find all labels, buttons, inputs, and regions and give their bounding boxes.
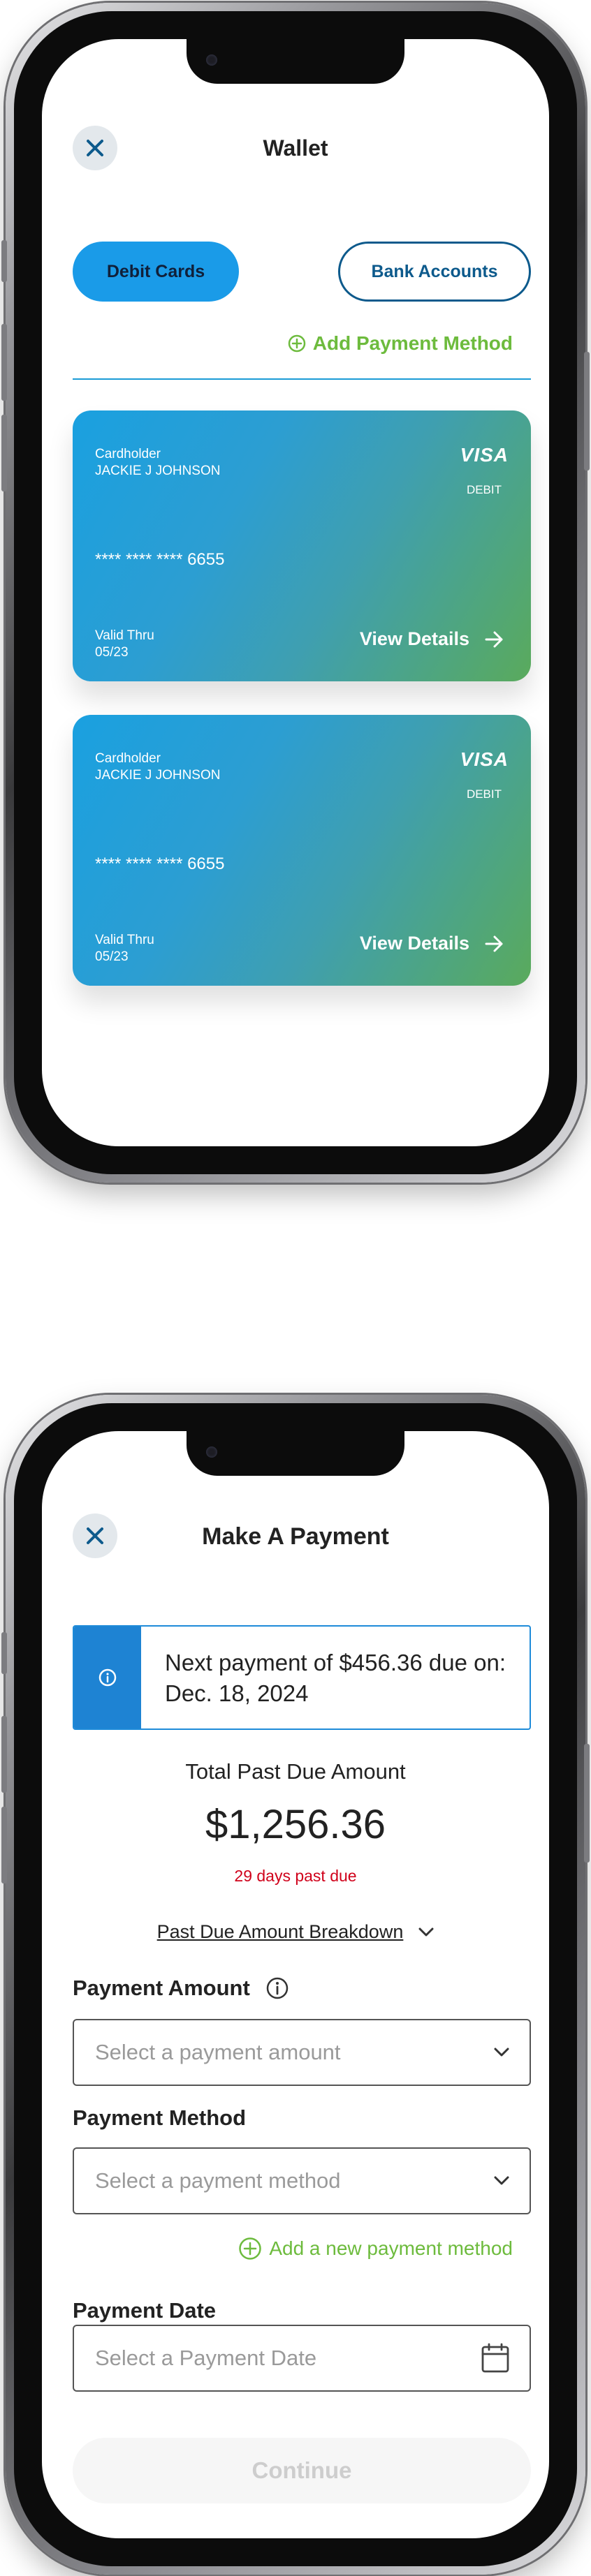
payment-date-label: Payment Date (73, 2298, 217, 2323)
payment-amount-placeholder: Select a payment amount (95, 2040, 341, 2064)
view-details-label: View Details (359, 933, 469, 954)
add-payment-method-label: Add Payment Method (312, 332, 513, 354)
phone-bezel: Make A Payment Next payment of $456.36 d… (14, 1403, 577, 2566)
cardholder-label: Cardholder (95, 751, 161, 766)
cardholder-name: JACKIE J JOHNSON (95, 768, 221, 783)
cardholder-label: Cardholder (95, 447, 161, 461)
add-payment-method-link[interactable]: Add Payment Method (288, 332, 513, 355)
arrow-right-icon (485, 935, 503, 952)
volume-up-button (1, 1716, 7, 1793)
tab-debit-cards[interactable]: Debit Cards (73, 242, 239, 302)
breakdown-label: Past Due Amount Breakdown (156, 1921, 404, 1942)
notice-line-1: Next payment of $456.36 due on: (165, 1650, 506, 1675)
tab-divider (73, 378, 531, 380)
phone-bezel: Wallet Debit Cards Bank Accounts Add Pay… (14, 11, 577, 1174)
payment-screen: Make A Payment Next payment of $456.36 d… (42, 1431, 549, 2538)
payment-method-select[interactable]: Select a payment method (73, 2147, 531, 2214)
chevron-down-icon (418, 1927, 434, 1936)
phone-frame-wallet: Wallet Debit Cards Bank Accounts Add Pay… (1, 3, 590, 1183)
payment-date-placeholder: Select a Payment Date (95, 2346, 317, 2370)
card-type: DEBIT (466, 483, 502, 496)
payment-method-placeholder: Select a payment method (95, 2168, 341, 2193)
debit-card[interactable]: Cardholder JACKIE J JOHNSON VISA DEBIT *… (73, 715, 531, 986)
card-type: DEBIT (466, 787, 502, 801)
chevron-down-icon (494, 2048, 509, 2057)
payment-amount-select[interactable]: Select a payment amount (73, 2019, 531, 2086)
front-camera (206, 1446, 217, 1458)
chevron-down-icon (494, 2176, 509, 2185)
page-title: Wallet (263, 135, 328, 161)
days-past-due: 29 days past due (234, 1867, 357, 1885)
info-icon[interactable] (265, 1976, 289, 2000)
volume-up-button (1, 324, 7, 401)
tab-bank-accounts[interactable]: Bank Accounts (338, 242, 531, 302)
front-camera (206, 54, 217, 66)
view-details-button[interactable]: View Details (360, 628, 504, 650)
mute-switch (1, 1632, 7, 1674)
notice-line-2: Dec. 18, 2024 (165, 1680, 309, 1706)
valid-thru-label: Valid Thru (95, 933, 154, 947)
visa-logo: VISA (460, 748, 509, 770)
page-title: Make A Payment (202, 1523, 389, 1550)
debit-card[interactable]: Cardholder JACKIE J JOHNSON VISA DEBIT *… (73, 410, 531, 681)
valid-thru-label: Valid Thru (95, 628, 154, 643)
plus-circle-icon (239, 2237, 262, 2260)
volume-down-button (1, 415, 7, 491)
calendar-icon[interactable] (481, 2343, 510, 2374)
valid-thru-value: 05/23 (95, 645, 129, 660)
wallet-screen: Wallet Debit Cards Bank Accounts Add Pay… (42, 39, 549, 1146)
payment-amount-label-text: Payment Amount (73, 1976, 250, 2000)
total-past-due-label: Total Past Due Amount (185, 1759, 406, 1784)
payment-method-label: Payment Method (73, 2105, 247, 2130)
cardholder-name: JACKIE J JOHNSON (95, 464, 221, 478)
card-number: **** **** **** 6655 (95, 550, 225, 569)
payment-date-picker[interactable]: Select a Payment Date (73, 2325, 531, 2392)
notch (187, 39, 404, 84)
breakdown-toggle[interactable]: Past Due Amount Breakdown (42, 1921, 549, 1943)
phone-frame-payment: Make A Payment Next payment of $456.36 d… (1, 1395, 590, 2575)
arrow-right-icon (485, 631, 503, 647)
view-details-label: View Details (359, 628, 469, 649)
valid-thru-value: 05/23 (95, 949, 129, 964)
add-new-payment-method-link[interactable]: Add a new payment method (238, 2237, 513, 2260)
info-icon (98, 1668, 117, 1687)
continue-button[interactable]: Continue (73, 2438, 531, 2503)
card-number: **** **** **** 6655 (95, 854, 225, 873)
payment-due-notice: Next payment of $456.36 due on: Dec. 18,… (73, 1625, 531, 1730)
power-button (584, 1744, 590, 1863)
power-button (584, 352, 590, 471)
volume-down-button (1, 1807, 7, 1883)
notch (187, 1431, 404, 1476)
notice-message: Next payment of $456.36 due on: Dec. 18,… (141, 1627, 506, 1729)
visa-logo: VISA (460, 444, 509, 466)
mute-switch (1, 240, 7, 282)
view-details-button[interactable]: View Details (360, 933, 504, 954)
add-new-payment-method-label: Add a new payment method (269, 2237, 513, 2259)
notice-icon-strip (74, 1627, 141, 1729)
plus-circle-icon (288, 334, 306, 353)
payment-amount-label: Payment Amount (73, 1976, 289, 2001)
total-past-due-amount: $1,256.36 (205, 1802, 386, 1847)
